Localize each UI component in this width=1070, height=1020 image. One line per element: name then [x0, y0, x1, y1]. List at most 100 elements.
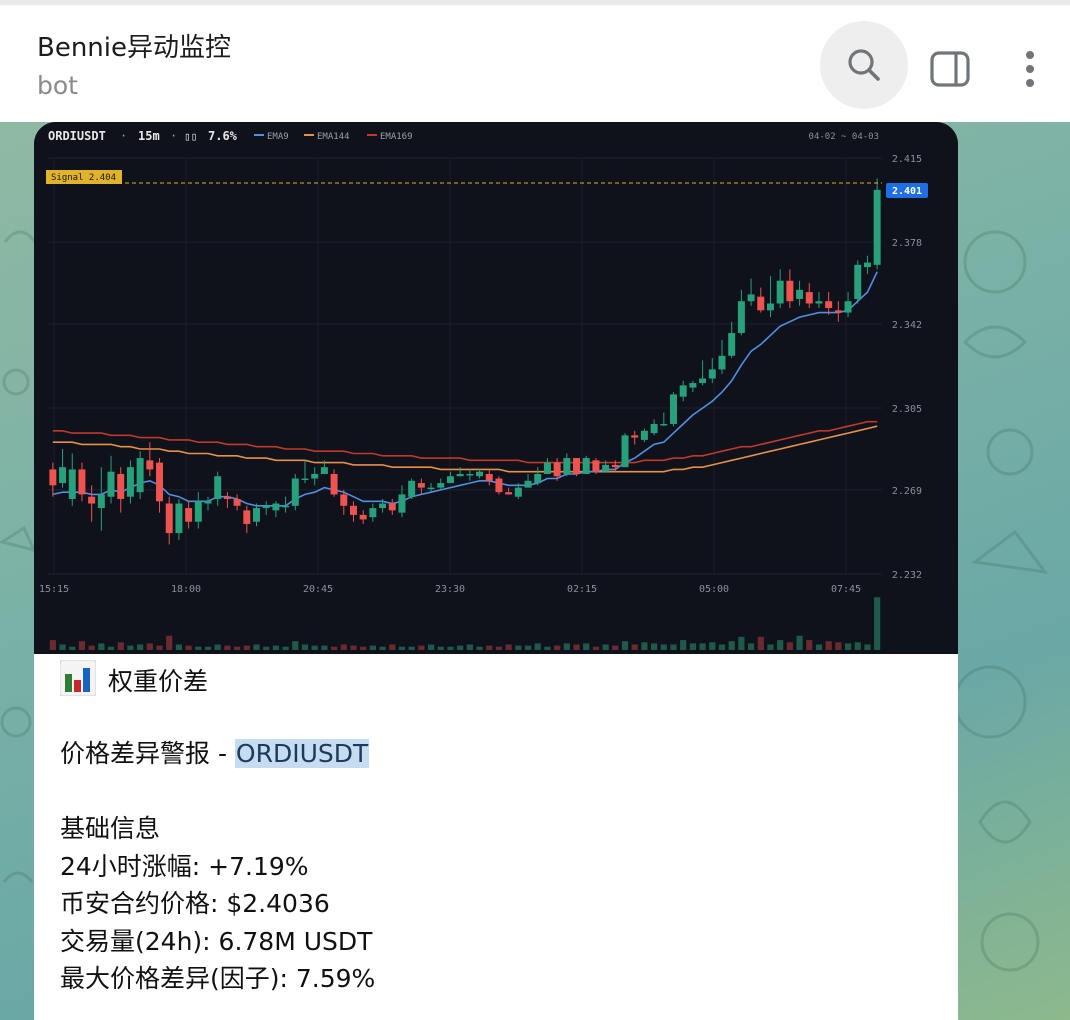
volume-bar — [321, 645, 328, 650]
candle-body — [621, 435, 629, 468]
candle-body — [330, 473, 338, 495]
volume-bar — [340, 644, 347, 650]
volume-bar — [127, 645, 134, 650]
chat-header: Bennie异动监控 bot — [0, 5, 1070, 123]
volume-bar — [786, 642, 793, 650]
volume-bar — [631, 644, 638, 650]
volume-bar — [874, 597, 881, 650]
candle-body — [543, 462, 551, 474]
candle-body — [757, 296, 765, 311]
candle-body — [78, 469, 86, 495]
candle-body — [175, 503, 183, 534]
volume-bar — [185, 645, 192, 650]
x-tick-label: 18:00 — [171, 584, 201, 595]
volume-bar — [670, 644, 677, 650]
y-tick-label: 2.232 — [892, 570, 922, 581]
volume-bar — [408, 646, 415, 650]
volume-bar — [214, 644, 221, 650]
volume-bar — [457, 645, 464, 650]
info-change-24h: 24小时涨幅: +7.19% — [60, 851, 309, 881]
volume-bar — [98, 643, 105, 650]
volume-bar — [69, 646, 76, 650]
side-panel-button[interactable] — [926, 45, 974, 93]
volume-bar — [563, 643, 570, 650]
candle-body — [708, 369, 716, 379]
volume-bar — [844, 643, 852, 650]
volume-bar — [495, 646, 503, 650]
candle-body — [262, 505, 270, 509]
x-tick-label: 15:15 — [39, 584, 69, 595]
volume-bar — [427, 644, 435, 650]
volume-bar — [282, 646, 289, 650]
search-button[interactable] — [820, 21, 908, 109]
volume-bar — [573, 644, 580, 650]
candle-body — [233, 498, 241, 506]
volume-bar — [272, 645, 279, 650]
more-options-button[interactable] — [1012, 45, 1048, 93]
candle-body — [660, 423, 668, 426]
candle-body — [117, 473, 125, 499]
volume-bar — [330, 646, 338, 650]
volume-bar — [379, 646, 386, 650]
candle-body — [485, 473, 493, 481]
chat-title[interactable]: Bennie异动监控 — [37, 27, 231, 64]
candle-body — [534, 473, 542, 484]
volume-bar — [350, 645, 357, 650]
chart-date-range: 04-02 ~ 04-03 — [809, 132, 879, 142]
candle-body — [349, 505, 357, 515]
volume-bar — [515, 645, 522, 650]
volume-bar — [651, 643, 658, 650]
candle-body — [699, 378, 707, 384]
volume-bar — [592, 646, 600, 650]
volume-bar — [806, 640, 813, 650]
volume-bar — [59, 644, 66, 650]
info-futures-price: 币安合约价格: $2.4036 — [60, 889, 330, 918]
volume-bar — [224, 645, 231, 650]
volume-bar — [78, 641, 86, 650]
candle-body — [640, 430, 648, 440]
candle-body — [68, 469, 76, 499]
volume-bar — [689, 643, 696, 650]
chart-change: 7.6% — [208, 129, 238, 143]
candle-body — [204, 501, 212, 504]
volume-bar — [360, 646, 367, 650]
candle-body — [97, 494, 105, 509]
bar-chart-icon — [60, 660, 96, 696]
candle-body — [553, 462, 561, 477]
legend-ema9: EMA9 — [267, 132, 289, 142]
volume-bar — [854, 642, 861, 650]
volume-bar — [437, 646, 444, 650]
candle-body — [524, 480, 532, 488]
candle-body — [815, 301, 823, 304]
volume-bar — [137, 644, 144, 650]
candle-body — [107, 471, 115, 497]
candle-body — [185, 508, 193, 522]
alert-symbol[interactable]: ORDIUSDT — [234, 739, 370, 768]
candle-body — [126, 467, 134, 497]
candle-body — [737, 301, 745, 334]
candle-body — [388, 503, 396, 511]
volume-bar — [418, 645, 425, 650]
candle-body — [359, 514, 367, 520]
candle-body — [369, 508, 377, 518]
x-tick-label: 07:45 — [831, 584, 861, 595]
candle-body — [776, 280, 784, 304]
y-tick-label: 2.305 — [892, 404, 922, 415]
chart-image[interactable]: 2.415 2.378 2.342 2.305 2.269 2.232 15:15 18:00… — [34, 122, 958, 654]
candle-body — [165, 503, 173, 534]
candle-body — [456, 473, 464, 477]
y-tick-label: 2.342 — [892, 320, 922, 331]
volume-bar — [718, 644, 726, 650]
candle-body — [417, 483, 425, 488]
candle-body — [718, 355, 726, 370]
message-heading: 权重价差 — [108, 667, 209, 696]
section-title: 基础信息 — [60, 814, 161, 843]
candle-body — [282, 505, 290, 508]
last-price-tag: 2.401 — [892, 186, 922, 197]
chart-header-separator-2: · — [170, 129, 177, 143]
volume-bar — [88, 645, 95, 650]
more-vertical-icon — [1026, 51, 1034, 87]
candle-body — [582, 458, 590, 474]
x-tick-label: 02:15 — [567, 584, 597, 595]
